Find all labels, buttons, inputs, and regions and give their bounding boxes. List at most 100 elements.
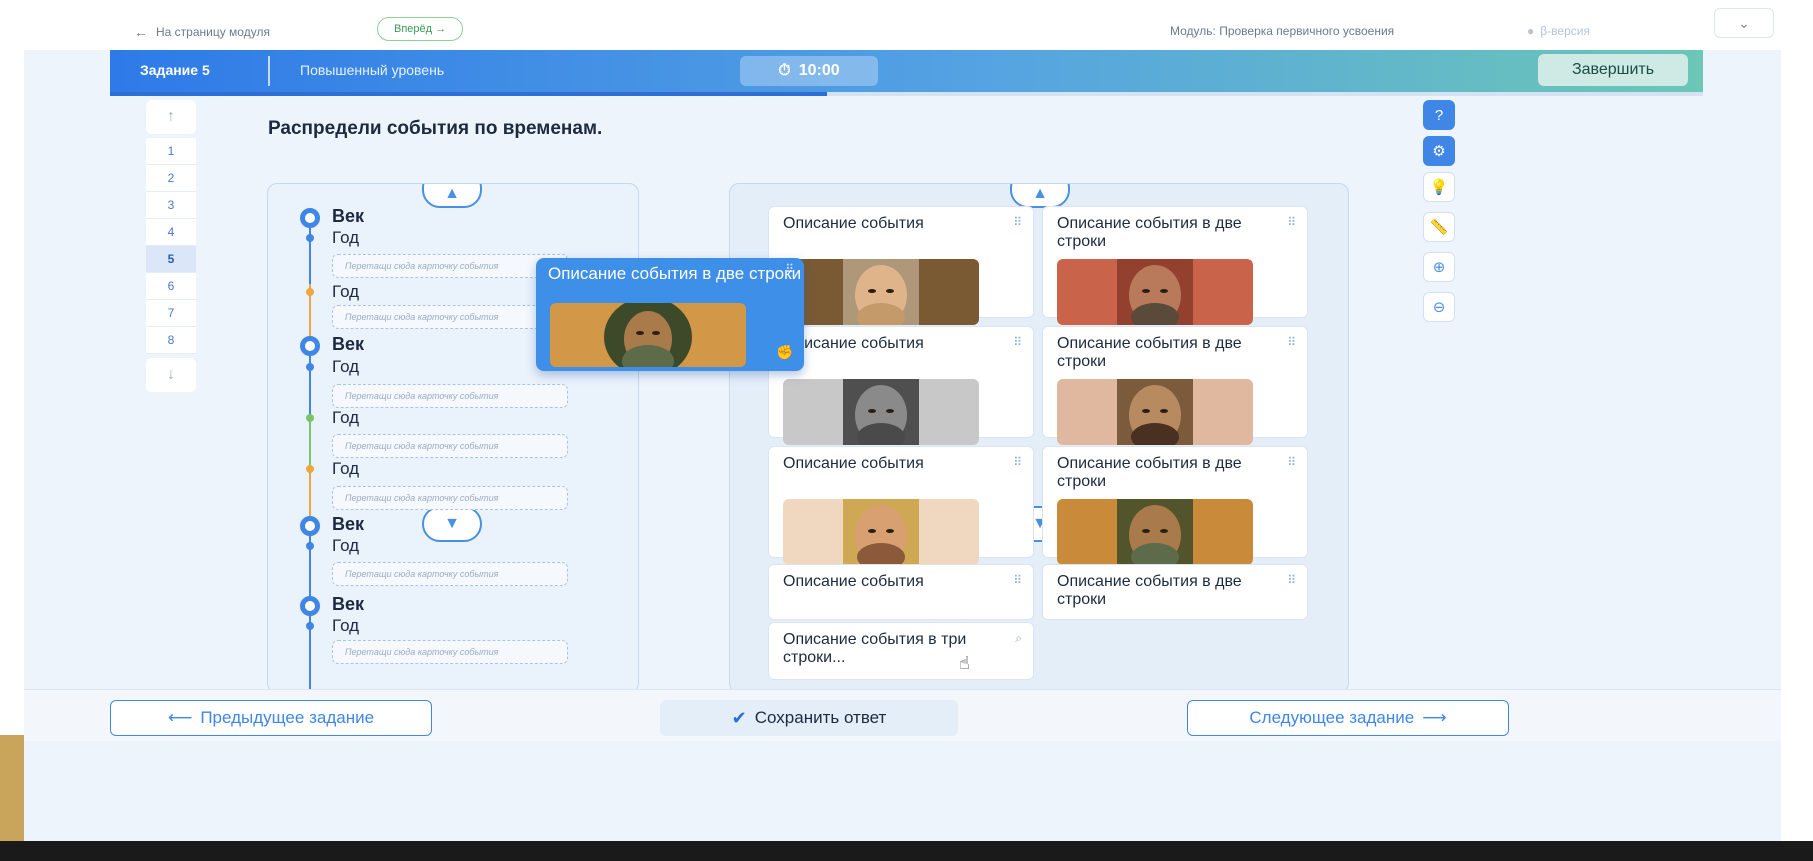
task-number-item-4[interactable]: 4 [146, 219, 196, 246]
century-marker-icon [300, 596, 320, 616]
year-label: Год [332, 459, 360, 478]
century-marker-icon [300, 336, 320, 356]
century-marker-icon [300, 516, 320, 536]
event-image [783, 499, 979, 565]
event-image [1057, 259, 1253, 325]
task-number-item-5[interactable]: 5 [146, 246, 196, 273]
zoom-out-icon[interactable]: ⊖ [1423, 292, 1455, 322]
event-image [783, 259, 979, 325]
save-answer-button[interactable]: ✔ Сохранить ответ [660, 700, 958, 736]
timeline-scroll-up-button[interactable]: ▲ [422, 184, 482, 208]
task-number: Задание 5 [140, 62, 210, 78]
task-number-item-3[interactable]: 3 [146, 192, 196, 219]
arrow-left-icon: ⟵ [167, 708, 193, 727]
previous-task-button[interactable]: ⟵ Предыдущее задание [110, 700, 432, 736]
event-card[interactable]: Описание события в три строки... ⌕ ☝ [768, 622, 1034, 680]
zoom-in-icon[interactable]: ⊕ [1423, 252, 1455, 282]
grab-cursor-icon: ✊ [776, 344, 794, 360]
event-image [1057, 499, 1253, 565]
back-link-label: На страницу модуля [156, 25, 270, 39]
timeline-line [309, 349, 311, 414]
task-progress-bar [110, 92, 1703, 96]
timer: ⏱ 10:00 [740, 56, 878, 86]
beta-label: β-версия [1540, 24, 1590, 38]
next-task-button[interactable]: Следующее задание ⟶ [1187, 700, 1509, 736]
beta-badge: ● β-версия [1527, 24, 1590, 38]
ruler-icon[interactable]: 📏 [1423, 212, 1455, 242]
stopwatch-icon: ⏱ [778, 62, 791, 79]
arrow-down-icon[interactable]: ↓ [146, 358, 196, 392]
icon-portrait-image [550, 303, 746, 367]
settings-gear-icon[interactable]: ⚙ [1423, 136, 1455, 166]
top-nav: ← На страницу модуля Вперёд → Модуль: Пр… [24, 0, 1781, 50]
task-number-item-1[interactable]: 1 [146, 138, 196, 165]
century-label: Век [332, 514, 365, 534]
event-card[interactable]: Описание события в две строки ⠿ [1042, 326, 1308, 445]
drop-zone[interactable]: Перетащи сюда карточку события [332, 562, 568, 586]
save-answer-label: Сохранить ответ [754, 708, 887, 727]
drag-handle-icon[interactable]: ⠿ [1013, 573, 1022, 587]
drop-zone[interactable]: Перетащи сюда карточку события [332, 434, 568, 458]
hint-bulb-icon[interactable]: 💡 [1423, 172, 1455, 202]
back-to-module-link[interactable]: ← На страницу модуля [134, 24, 270, 40]
year-marker-icon [306, 363, 314, 371]
event-image [783, 379, 979, 445]
task-number-list: 12345678 [146, 138, 196, 354]
event-card[interactable]: Описание события ⠿ [768, 446, 1034, 565]
drop-zone[interactable]: Перетащи сюда карточку события [332, 254, 568, 278]
forward-button[interactable]: Вперёд → [377, 17, 464, 41]
arrow-up-icon[interactable]: ↑ [146, 100, 196, 134]
century-marker-icon [300, 208, 320, 228]
task-number-item-6[interactable]: 6 [146, 273, 196, 300]
year-marker-icon [306, 414, 314, 422]
task-number-item-2[interactable]: 2 [146, 165, 196, 192]
drag-handle-icon[interactable]: ⠿ [1287, 455, 1296, 469]
event-card-caption: Описание события в две строки [1057, 335, 1242, 370]
dragged-event-card[interactable]: Описание события в две строки ⠿ ✊ [536, 258, 804, 371]
module-title: Модуль: Проверка первичного усвоения [1170, 24, 1395, 38]
timeline-scroll-down-button[interactable]: ▼ [422, 506, 482, 542]
drag-handle-icon[interactable]: ⠿ [1287, 215, 1296, 229]
drag-handle-icon[interactable]: ⠿ [1013, 215, 1022, 229]
finish-button[interactable]: Завершить [1538, 54, 1688, 86]
task-number-item-8[interactable]: 8 [146, 327, 196, 354]
year-marker-icon [306, 622, 314, 630]
drag-handle-icon[interactable]: ⠿ [1013, 335, 1022, 349]
drag-handle-icon[interactable]: ⠿ [785, 262, 794, 276]
century-label: Век [332, 334, 365, 354]
event-card-caption: Описание события в две строки [1057, 215, 1242, 250]
event-card-caption: Описание события [783, 455, 924, 472]
event-card[interactable]: Описание события в две строки ⠿ [1042, 206, 1308, 325]
event-card-caption: Описание события [783, 335, 924, 352]
search-icon[interactable]: ⌕ [1015, 631, 1022, 646]
header-divider [268, 56, 270, 86]
timeline-line [309, 220, 311, 284]
event-card[interactable]: Описание события ⠿ [768, 206, 1034, 325]
event-card[interactable]: Описание события в две строки ⠿ [1042, 564, 1308, 620]
event-card-caption: Описание события [783, 573, 924, 590]
year-label: Год [332, 616, 360, 635]
cards-scroll-up-button[interactable]: ▲ [1010, 184, 1070, 208]
event-card[interactable]: Описание события ⠿ [768, 564, 1034, 620]
task-number-nav: ↑ 12345678 ↓ [146, 100, 196, 396]
checkmark-icon: ✔ [731, 707, 747, 728]
forward-label: Вперёд [394, 23, 433, 35]
year-label: Год [332, 536, 360, 555]
drag-handle-icon[interactable]: ⠿ [1287, 573, 1296, 587]
event-card[interactable]: Описание события ⠿ [768, 326, 1034, 445]
drop-zone[interactable]: Перетащи сюда карточку события [332, 640, 568, 664]
help-icon[interactable]: ? [1423, 100, 1455, 130]
event-card[interactable]: Описание события в две строки ⠿ [1042, 446, 1308, 565]
drop-zone[interactable]: Перетащи сюда карточку события [332, 486, 568, 510]
drag-handle-icon[interactable]: ⠿ [1287, 335, 1296, 349]
year-label: Год [332, 357, 360, 376]
task-number-item-7[interactable]: 7 [146, 300, 196, 327]
chevron-down-icon[interactable]: ⌄ [1714, 8, 1774, 38]
drop-zone[interactable]: Перетащи сюда карточку события [332, 384, 568, 408]
pointer-cursor-icon: ☝ [959, 653, 970, 673]
question-text: Распредели события по временам. [268, 118, 603, 139]
year-label: Год [332, 282, 360, 301]
beta-dot-icon: ● [1527, 24, 1535, 38]
drop-zone[interactable]: Перетащи сюда карточку события [332, 305, 568, 329]
drag-handle-icon[interactable]: ⠿ [1013, 455, 1022, 469]
